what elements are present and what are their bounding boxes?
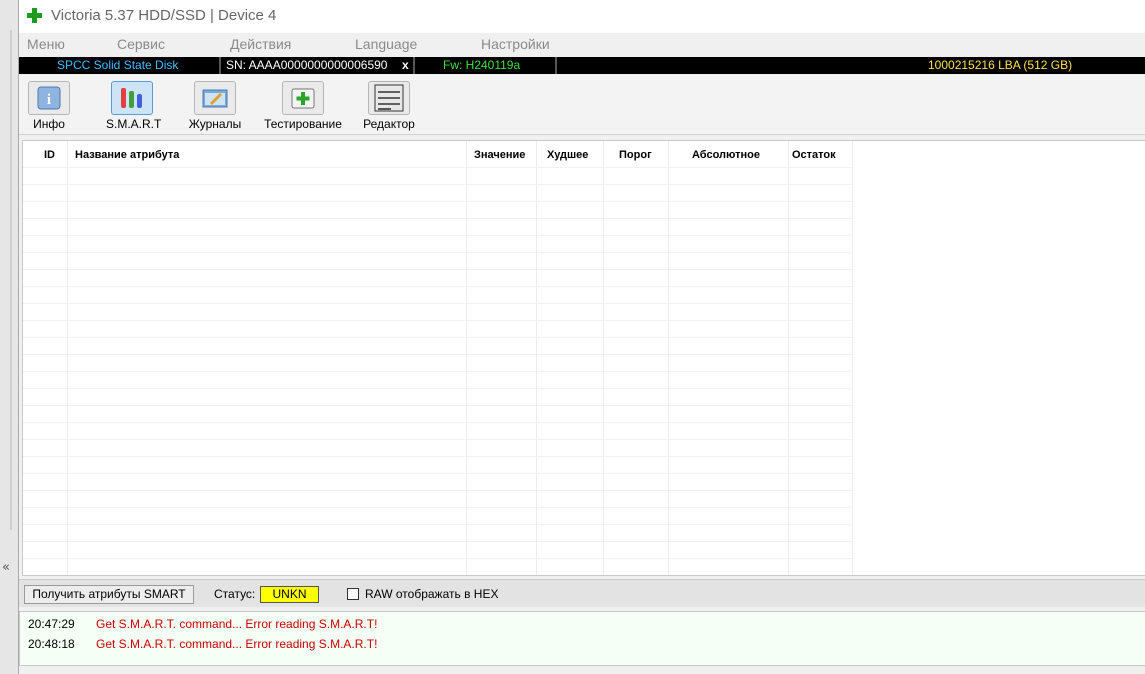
column-header-value[interactable]: Значение [474, 149, 525, 161]
column-divider [466, 141, 467, 575]
victoria-window: Victoria 5.37 HDD/SSD | Device 4 Меню Се… [18, 0, 1145, 674]
log-time: 20:48:18 [28, 637, 75, 651]
smart-icon [111, 81, 153, 115]
device-serial: SN: AAAA0000000000006590 [226, 58, 388, 72]
device-capacity: 1000215216 LBA (512 GB) [928, 58, 1073, 72]
column-divider [67, 141, 68, 575]
column-divider [852, 141, 853, 575]
device-firmware: Fw: H240119a [443, 58, 521, 72]
device-model[interactable]: SPCC Solid State Disk [57, 58, 178, 72]
toolbar: i Инфо S.M.A.R.T Журналы Тестирование Ре… [19, 75, 1145, 135]
left-panel-strip: « [0, 0, 18, 674]
toolbar-smart-button[interactable]: S.M.A.R.T [106, 77, 162, 133]
toolbar-smart-label: S.M.A.R.T [106, 117, 162, 131]
row-line [23, 388, 853, 389]
row-line [23, 490, 853, 491]
row-line [23, 252, 853, 253]
panel-edge [10, 30, 12, 530]
row-line [23, 337, 853, 338]
column-header-name[interactable]: Название атрибута [75, 149, 179, 161]
row-line [23, 303, 853, 304]
row-line [23, 473, 853, 474]
column-divider [536, 141, 537, 575]
menu-bar: Меню Сервис Действия Language Настройки [19, 33, 1145, 57]
test-icon [282, 81, 324, 115]
editor-icon [368, 81, 410, 115]
row-line [23, 354, 853, 355]
collapse-button[interactable]: « [2, 560, 10, 575]
log-message: Get S.M.A.R.T. command... Error reading … [96, 617, 378, 631]
column-header-raw[interactable]: Абсолютное [692, 149, 760, 161]
device-bar: SPCC Solid State Disk SN: AAAA0000000000… [19, 57, 1145, 74]
toolbar-test-label: Тестирование [264, 117, 342, 131]
log-panel: 20:47:29 Get S.M.A.R.T. command... Error… [19, 611, 1145, 666]
raw-hex-checkbox[interactable] [347, 588, 359, 600]
row-line [23, 439, 853, 440]
row-line [23, 507, 853, 508]
row-line [23, 201, 853, 202]
row-line [23, 371, 853, 372]
column-header-worst[interactable]: Худшее [547, 149, 588, 161]
column-header-remaining[interactable]: Остаток [792, 149, 836, 161]
get-smart-button[interactable]: Получить атрибуты SMART [24, 585, 194, 604]
row-line [23, 422, 853, 423]
toolbar-info-button[interactable]: i Инфо [27, 77, 71, 133]
row-line [23, 405, 853, 406]
toolbar-editor-button[interactable]: Редактор [361, 77, 417, 133]
device-separator [413, 57, 415, 74]
log-entry: 20:47:29 Get S.M.A.R.T. command... Error… [20, 613, 1145, 633]
menu-settings[interactable]: Настройки [481, 36, 550, 52]
device-close-button[interactable]: x [402, 58, 409, 72]
device-separator [219, 57, 221, 74]
row-line [23, 558, 853, 559]
row-line [23, 218, 853, 219]
column-header-id[interactable]: ID [44, 149, 55, 161]
row-line [23, 167, 853, 168]
menu-service[interactable]: Сервис [117, 36, 165, 52]
row-line [23, 541, 853, 542]
log-time: 20:47:29 [28, 617, 75, 631]
smart-attributes-table[interactable]: ID Название атрибута Значение Худшее Пор… [22, 140, 1145, 576]
window-title: Victoria 5.37 HDD/SSD | Device 4 [51, 7, 277, 24]
column-divider [788, 141, 789, 575]
column-divider [668, 141, 669, 575]
toolbar-logs-button[interactable]: Журналы [187, 77, 243, 133]
menu-language[interactable]: Language [355, 36, 417, 52]
smart-controls-bar: Получить атрибуты SMART Статус: UNKN RAW… [19, 579, 1145, 607]
row-line [23, 269, 853, 270]
status-label: Статус: [214, 587, 256, 601]
toolbar-logs-label: Журналы [188, 117, 242, 131]
info-icon: i [28, 81, 70, 115]
toolbar-info-label: Инфо [33, 117, 65, 131]
toolbar-test-button[interactable]: Тестирование [261, 77, 345, 133]
svg-text:i: i [47, 92, 51, 108]
menu-actions[interactable]: Действия [230, 36, 291, 52]
log-entry: 20:48:18 Get S.M.A.R.T. command... Error… [20, 633, 1145, 653]
app-cross-icon [27, 8, 42, 23]
menu-main[interactable]: Меню [27, 36, 65, 52]
logs-icon [194, 81, 236, 115]
column-divider [603, 141, 604, 575]
toolbar-editor-label: Редактор [363, 117, 415, 131]
device-separator [555, 57, 557, 74]
raw-hex-label[interactable]: RAW отображать в HEX [365, 587, 498, 601]
row-line [23, 524, 853, 525]
row-line [23, 184, 853, 185]
row-line [23, 575, 853, 576]
row-line [23, 235, 853, 236]
log-message: Get S.M.A.R.T. command... Error reading … [96, 637, 378, 651]
row-line [23, 456, 853, 457]
title-bar: Victoria 5.37 HDD/SSD | Device 4 [19, 0, 1145, 33]
status-badge: UNKN [260, 586, 319, 603]
row-line [23, 320, 853, 321]
row-line [23, 286, 853, 287]
column-header-threshold[interactable]: Порог [619, 149, 652, 161]
